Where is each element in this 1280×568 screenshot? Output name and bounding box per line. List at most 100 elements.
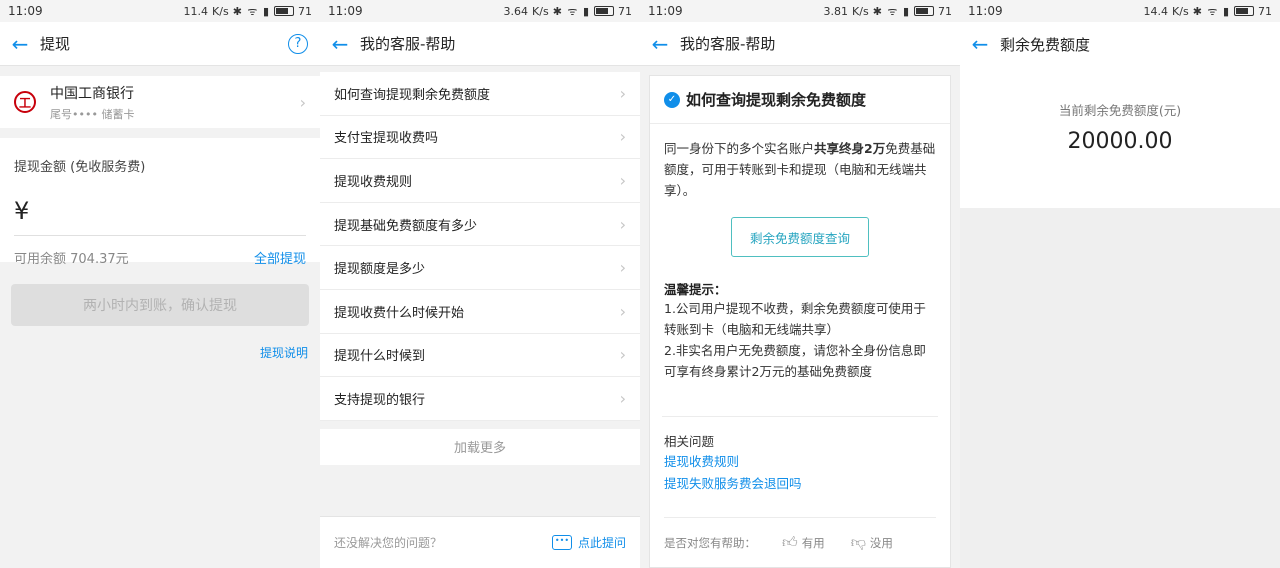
checkmark-icon: ✓	[664, 91, 680, 108]
amount-input[interactable]: ¥	[14, 197, 306, 225]
back-arrow-icon[interactable]: ←	[0, 22, 40, 66]
free-quota-value: 20000.00	[1067, 129, 1173, 154]
list-item[interactable]: 提现额度是多少 ›	[320, 246, 640, 290]
answer-body-bold: 共享终身2万	[814, 141, 886, 156]
thumbs-up-icon: 👍︎	[782, 533, 798, 551]
list-item[interactable]: 支持提现的银行 ›	[320, 377, 640, 421]
battery-icon	[274, 6, 294, 16]
network-unit: K/s	[212, 4, 229, 18]
free-quota-box: 当前剩余免费额度(元) 20000.00	[960, 66, 1280, 208]
page-title: 提现	[40, 35, 71, 53]
battery-level: 71	[298, 4, 312, 18]
title-bar: ← 我的客服-帮助	[320, 22, 640, 66]
status-icons: ✱ ᯤ ▮	[1192, 4, 1230, 18]
chat-bubble-icon: •••	[551, 535, 572, 550]
question-label: 提现收费规则	[334, 174, 413, 190]
question-label: 如何查询提现剩余免费额度	[334, 87, 491, 103]
confirm-withdraw-button[interactable]: 两小时内到账，确认提现	[11, 284, 309, 326]
page-title: 我的客服-帮助	[680, 35, 776, 53]
chevron-right-icon: ›	[619, 214, 626, 234]
answer-screen: 11:09 3.81 K/s ✱ ᯤ ▮ 71 ← 我的客服-帮助 ✓ 如何查询…	[640, 0, 960, 568]
useful-label: 有用	[801, 535, 825, 550]
status-icons: ✱ ᯤ ▮	[872, 4, 910, 18]
list-item[interactable]: 提现收费什么时候开始 ›	[320, 290, 640, 334]
available-balance: 可用余额 704.37元	[14, 252, 129, 267]
query-free-quota-button[interactable]: 剩余免费额度查询	[731, 217, 869, 257]
tips-title: 温馨提示：	[664, 282, 727, 297]
title-bar: ← 提现 ?	[0, 22, 320, 66]
status-bar: 11:09 3.64 K/s ✱ ᯤ ▮ 71	[320, 0, 640, 22]
network-unit: K/s	[1172, 4, 1189, 18]
battery-level: 71	[938, 4, 952, 18]
status-bar: 11:09 3.81 K/s ✱ ᯤ ▮ 71	[640, 0, 960, 22]
status-time: 11:09	[648, 4, 683, 18]
back-arrow-icon[interactable]: ←	[320, 22, 360, 66]
chevron-right-icon: ›	[619, 127, 626, 147]
question-label: 提现什么时候到	[334, 349, 426, 365]
list-item[interactable]: 提现什么时候到 ›	[320, 334, 640, 378]
back-arrow-icon[interactable]: ←	[960, 22, 1000, 66]
icbc-logo-icon: 工	[14, 91, 36, 113]
useless-button[interactable]: 👎︎ 没用	[851, 533, 893, 552]
chevron-right-icon: ›	[619, 345, 626, 365]
list-item[interactable]: 支付宝提现收费吗 ›	[320, 116, 640, 160]
withdraw-screen: 11:09 11.4 K/s ✱ ᯤ ▮ 71 ← 提现 ? 工 中国工商银行 …	[0, 0, 320, 568]
status-time: 11:09	[328, 4, 363, 18]
network-speed: 11.4	[183, 4, 209, 18]
page-title: 剩余免费额度	[1000, 35, 1091, 54]
tip-2: 2.非实名用户无免费额度，请您补全身份信息即可享有终身累计2万元的基础免费额度	[664, 343, 926, 379]
status-time: 11:09	[8, 4, 43, 18]
network-unit: K/s	[852, 4, 869, 18]
list-item[interactable]: 如何查询提现剩余免费额度 ›	[320, 72, 640, 116]
title-bar: ← 剩余免费额度	[960, 22, 1280, 66]
amount-section: 提现金额 (免收服务费) ¥ 可用余额 704.37元 全部提现	[0, 138, 320, 267]
network-speed: 14.4	[1143, 4, 1169, 18]
unsolved-prompt: 还没解决您的问题？	[334, 536, 443, 550]
battery-icon	[594, 6, 614, 16]
tip-1: 1.公司用户提现不收费，剩余免费额度可使用于转账到卡（电脑和无线端共享）	[664, 301, 926, 337]
status-icons: ✱ ᯤ ▮	[552, 4, 590, 18]
question-label: 提现额度是多少	[334, 262, 426, 278]
free-quota-screen: 11:09 14.4 K/s ✱ ᯤ ▮ 71 ← 剩余免费额度 当前剩余免费额…	[960, 0, 1280, 568]
status-bar: 11:09 14.4 K/s ✱ ᯤ ▮ 71	[960, 0, 1280, 22]
chevron-right-icon: ›	[619, 301, 626, 321]
battery-level: 71	[618, 4, 632, 18]
network-speed: 3.81	[823, 4, 849, 18]
help-icon[interactable]: ?	[288, 33, 308, 54]
question-label: 支持提现的银行	[334, 392, 426, 408]
battery-level: 71	[1258, 4, 1272, 18]
answer-body-text: 同一身份下的多个实名账户	[664, 141, 815, 156]
feedback-question: 是否对您有帮助：	[664, 535, 756, 550]
question-label: 提现收费什么时候开始	[334, 305, 465, 321]
withdraw-explain-link[interactable]: 提现说明	[0, 344, 320, 361]
bank-card-selector[interactable]: 工 中国工商银行 尾号•••• 储蓄卡 ›	[0, 76, 320, 128]
useless-label: 没用	[869, 535, 893, 550]
network-speed: 3.64	[503, 4, 529, 18]
ask-question-label: 点此提问	[577, 536, 626, 550]
answer-card: ✓ 如何查询提现剩余免费额度 同一身份下的多个实名账户共享终身2万免费基础额度，…	[649, 75, 951, 568]
answer-title: 如何查询提现剩余免费额度	[686, 91, 867, 109]
list-item[interactable]: 提现基础免费额度有多少 ›	[320, 203, 640, 247]
network-unit: K/s	[532, 4, 549, 18]
useful-button[interactable]: 👍︎ 有用	[782, 533, 825, 552]
related-link[interactable]: 提现收费规则	[664, 452, 936, 472]
help-list-screen: 11:09 3.64 K/s ✱ ᯤ ▮ 71 ← 我的客服-帮助 如何查询提现…	[320, 0, 640, 568]
back-arrow-icon[interactable]: ←	[640, 22, 680, 66]
list-item[interactable]: 提现收费规则 ›	[320, 159, 640, 203]
page-title: 我的客服-帮助	[360, 35, 456, 53]
battery-icon	[1234, 6, 1254, 16]
question-list: 如何查询提现剩余免费额度 › 支付宝提现收费吗 › 提现收费规则 › 提现基础免费额度…	[320, 72, 640, 421]
divider	[662, 416, 938, 417]
question-label: 提现基础免费额度有多少	[334, 218, 478, 234]
ask-question-button[interactable]: ••• 点此提问	[551, 534, 626, 551]
chevron-right-icon: ›	[619, 388, 626, 408]
bank-name: 中国工商银行	[50, 85, 134, 102]
amount-label: 提现金额 (免收服务费)	[14, 160, 146, 175]
load-more-button[interactable]: 加载更多	[320, 428, 640, 465]
title-bar: ← 我的客服-帮助	[640, 22, 960, 66]
related-link[interactable]: 提现失败服务费会退回吗	[664, 474, 936, 494]
chevron-right-icon: ›	[619, 83, 626, 103]
withdraw-all-link[interactable]: 全部提现	[254, 248, 306, 267]
free-quota-label: 当前剩余免费额度(元)	[1058, 103, 1182, 118]
feedback-bar: 是否对您有帮助： 👍︎ 有用 👎︎ 没用	[664, 517, 936, 567]
